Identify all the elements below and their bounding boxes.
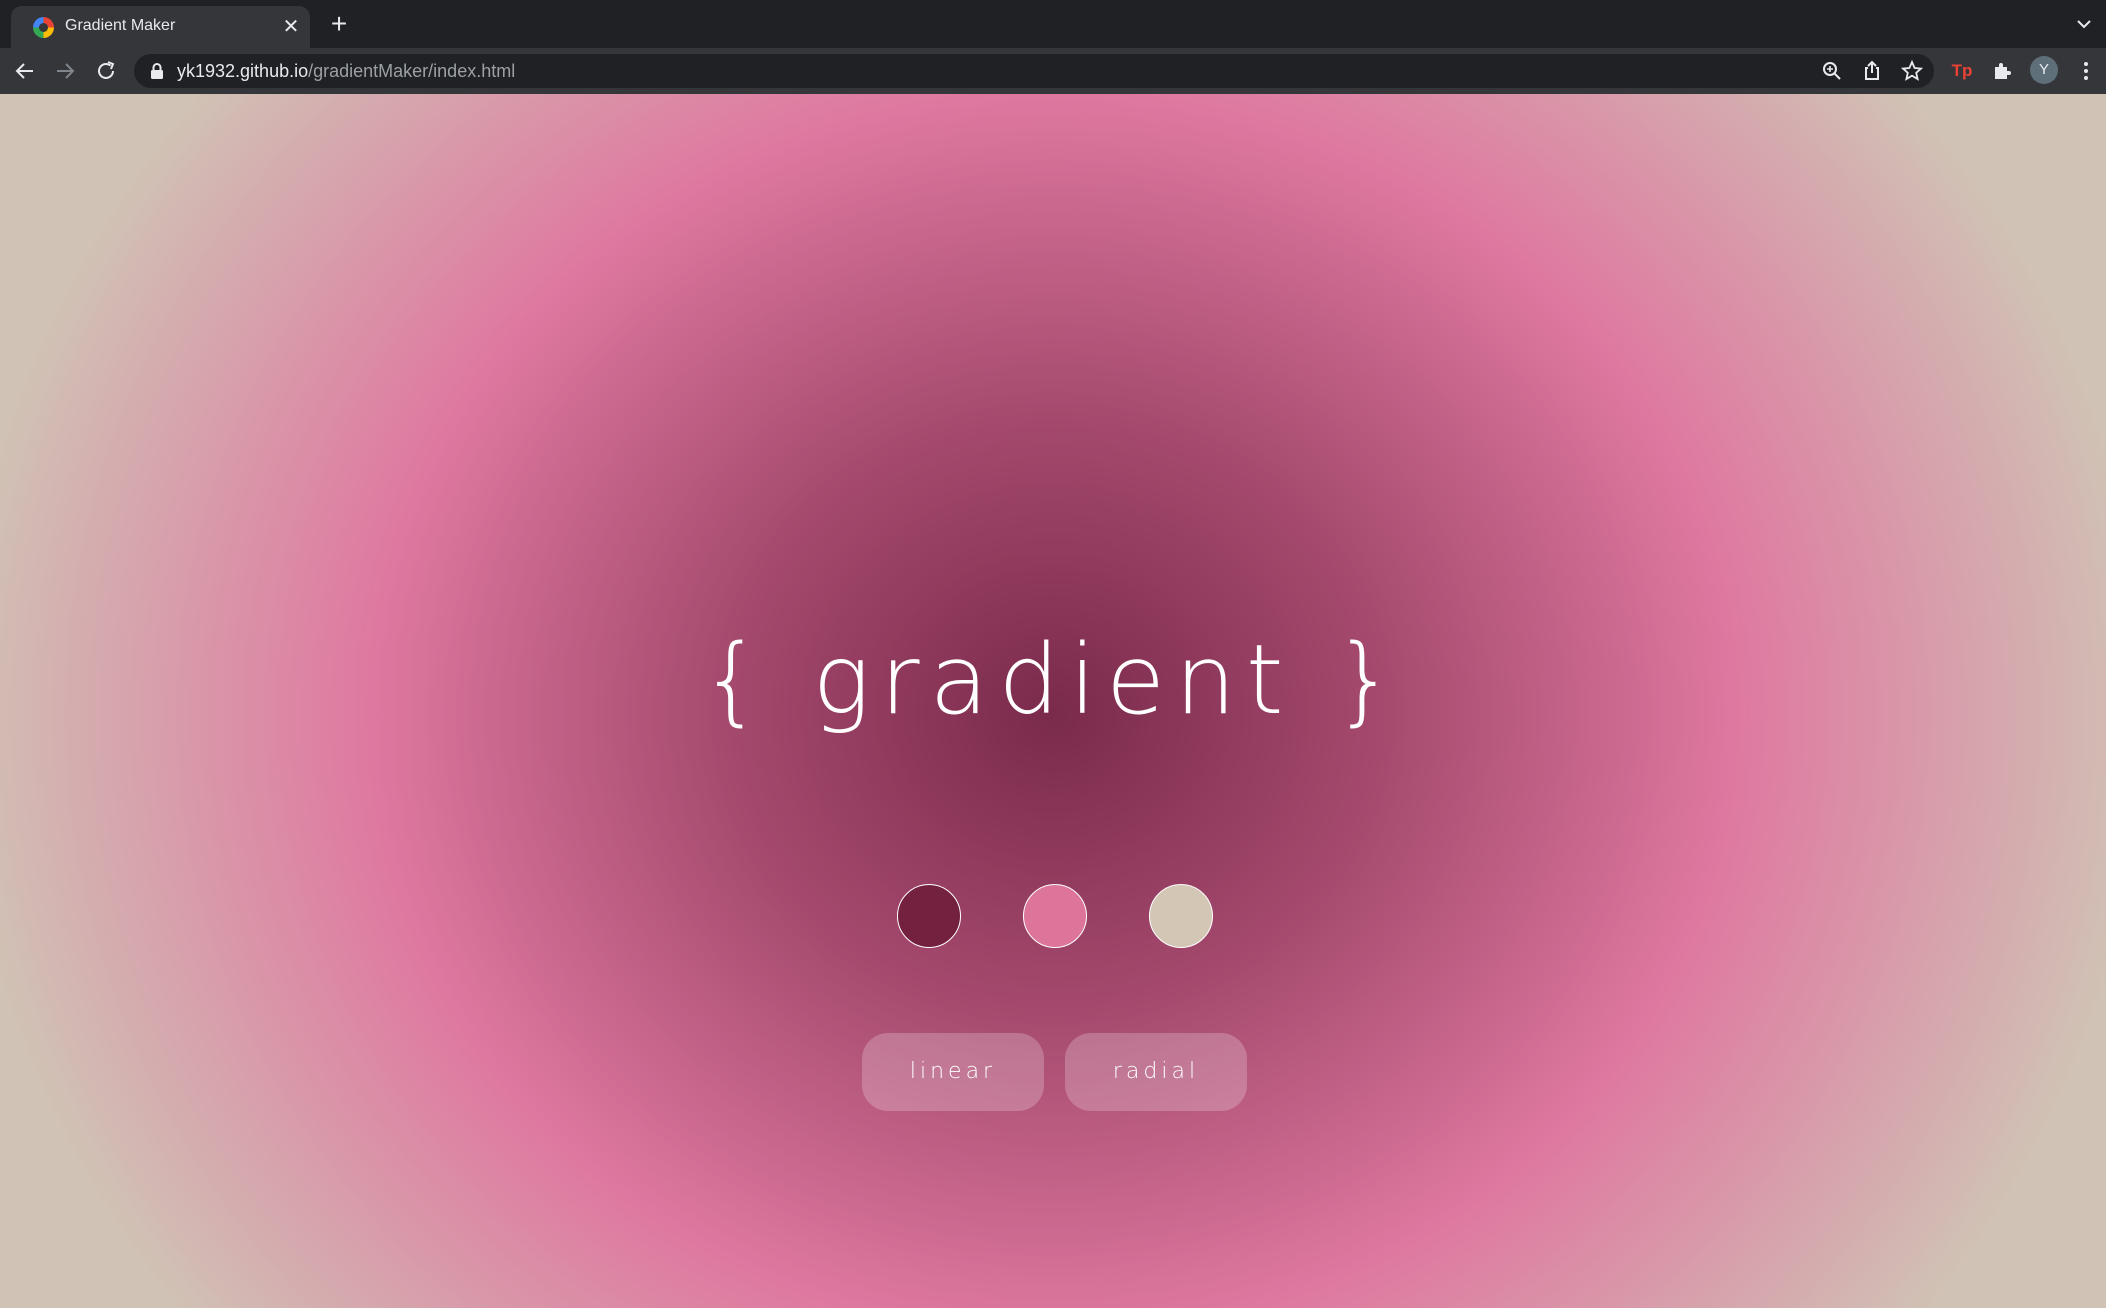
color-swatch-pink[interactable] — [1023, 884, 1087, 948]
tp-extension-icon[interactable]: Tp — [1950, 59, 1974, 83]
back-arrow-icon — [15, 63, 33, 79]
extensions-puzzle-icon[interactable] — [1990, 59, 2014, 83]
new-tab-button[interactable]: + — [325, 10, 353, 38]
favicon-icon — [33, 17, 54, 38]
gradient-canvas: { gradient } linear radial — [0, 94, 2106, 1308]
tab-title: Gradient Maker — [65, 17, 176, 34]
share-icon[interactable] — [1860, 59, 1884, 83]
color-swatch-beige[interactable] — [1149, 884, 1213, 948]
lock-icon[interactable] — [150, 63, 164, 79]
forward-arrow-icon — [57, 63, 75, 79]
color-swatch-dark[interactable] — [897, 884, 961, 948]
profile-avatar[interactable]: Y — [2030, 56, 2058, 84]
tab-strip: Gradient Maker ✕ + — [0, 0, 2106, 48]
bookmark-star-icon[interactable] — [1900, 59, 1924, 83]
reload-icon — [98, 61, 115, 79]
url-path: /gradientMaker/index.html — [308, 61, 516, 81]
close-tab-icon[interactable]: ✕ — [279, 15, 303, 39]
linear-button[interactable]: linear — [862, 1033, 1044, 1111]
browser-toolbar: yk1932.github.io/gradientMaker/index.htm… — [0, 48, 2106, 94]
reload-button[interactable] — [91, 56, 121, 86]
tab-search-chevron-icon[interactable] — [2072, 12, 2096, 36]
page-title: { gradient } — [700, 624, 1406, 736]
url-host: yk1932.github.io — [177, 61, 309, 81]
tab-gradient-maker[interactable]: Gradient Maker ✕ — [11, 6, 310, 48]
url-text[interactable]: yk1932.github.io/gradientMaker/index.htm… — [177, 61, 515, 82]
zoom-icon[interactable] — [1820, 59, 1844, 83]
more-menu-icon[interactable] — [2074, 59, 2098, 83]
forward-button[interactable] — [50, 56, 80, 86]
radial-button[interactable]: radial — [1065, 1033, 1247, 1111]
back-button[interactable] — [10, 56, 40, 86]
address-bar[interactable]: yk1932.github.io/gradientMaker/index.htm… — [134, 54, 1934, 88]
